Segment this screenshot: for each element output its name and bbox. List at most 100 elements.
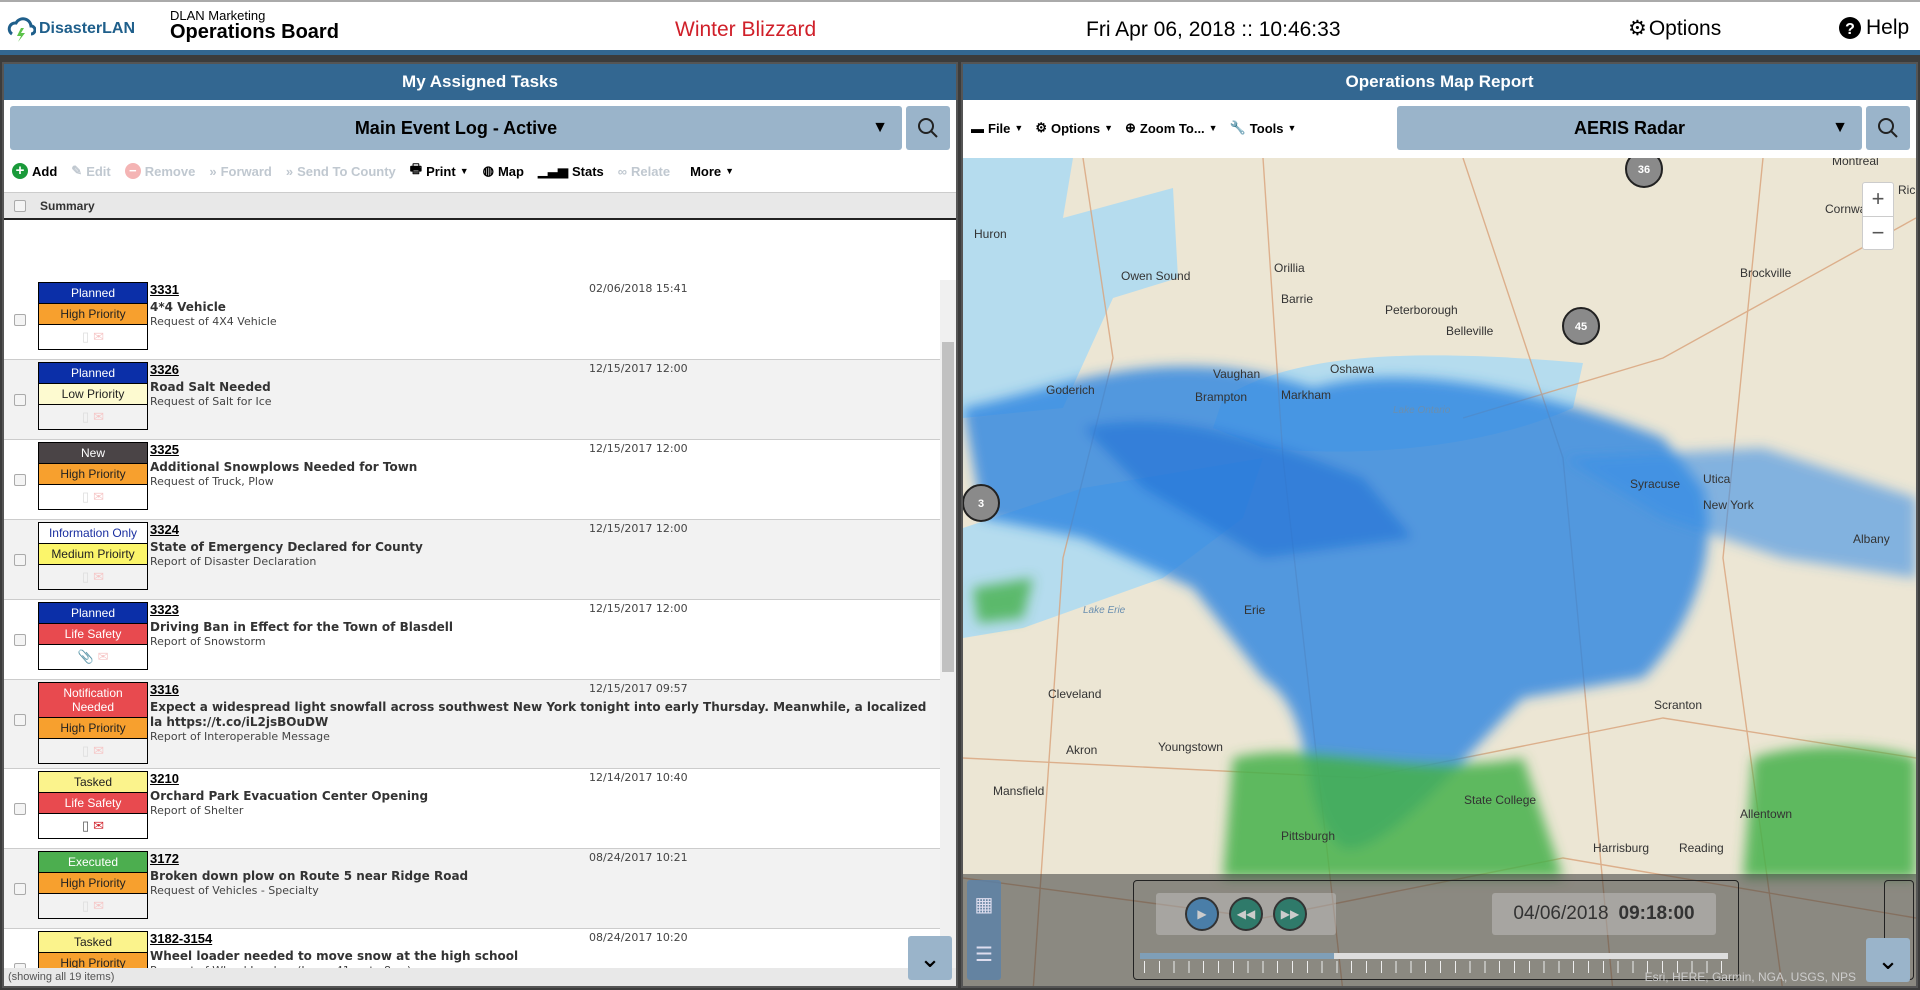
attachment-icon[interactable]: ▯ [82,409,89,425]
row-checkbox[interactable] [14,474,26,486]
task-row[interactable]: New High Priority ▯ ✉ 3325 Additional Snowplo… [4,440,940,520]
crosshair-icon: ⊕ [1125,120,1136,135]
task-row[interactable]: Planned Low Priority ▯ ✉ 3326 Road Salt Neede… [4,360,940,440]
event-log-dropdown[interactable]: Main Event Log - Active ▼ [10,106,902,150]
layers-icon[interactable]: ☰ [967,930,1001,980]
task-row[interactable]: Information Only Medium Prioirty ▯ ✉ 3324 Sta… [4,520,940,600]
task-row[interactable]: Planned High Priority ▯ ✉ 3331 4*4 Vehicle Req… [4,280,940,360]
task-row[interactable]: Executed High Priority ▯ ✉ 3172 Broken down p… [4,849,940,929]
envelope-icon[interactable]: ✉ [93,898,104,914]
map-cluster-marker[interactable]: 3 [963,484,1000,522]
task-id-link[interactable]: 3172 [150,851,468,866]
help-button[interactable]: ? Help [1838,16,1909,40]
envelope-icon[interactable]: ✉ [93,409,104,425]
map-label: Albany [1853,532,1890,546]
attachment-icon[interactable]: ▯ [82,329,89,345]
attachment-icon[interactable]: ▯ [82,489,89,505]
toolbar-map-button[interactable]: ◍ Map [483,163,524,179]
task-id-link[interactable]: 3324 [150,522,423,537]
fast-forward-button[interactable]: ▶▶ [1273,897,1307,931]
toolbar-edit-button[interactable]: ✎ Edit [71,163,110,179]
toolbar-send-to-county-button[interactable]: » Send To County [286,164,396,179]
board-title: Operations Board [170,21,339,43]
search-icon [918,118,938,138]
toolbar-print-button[interactable]: 🖶 Print ▼ [410,160,469,182]
scrollbar[interactable] [940,280,956,968]
task-title: Road Salt Needed [150,380,271,394]
play-icon: ▶ [1197,907,1207,921]
caret-down-icon: ▼ [459,166,469,176]
task-id-link[interactable]: 3323 [150,602,453,617]
active-event[interactable]: Winter Blizzard [675,18,816,42]
map-label: Harrisburg [1593,841,1649,855]
priority-badge: High Priority [39,304,147,325]
map-search-button[interactable] [1866,106,1910,150]
task-id-link[interactable]: 3210 [150,771,428,786]
options-button[interactable]: ⚙ Options [1628,16,1721,41]
task-id-link[interactable]: 3325 [150,442,417,457]
status-badge: Planned [39,283,147,304]
zoom-in-button[interactable]: + [1863,183,1893,217]
envelope-icon[interactable]: ✉ [93,818,104,834]
play-button[interactable]: ▶ [1185,897,1219,931]
map-menu-tools[interactable]: 🔧 Tools ▼ [1230,120,1297,136]
row-checkbox[interactable] [14,634,26,646]
playback-time: 04/06/2018 09:18:00 [1492,893,1716,935]
zoom-out-button[interactable]: − [1863,217,1893,251]
toolbar-more-button[interactable]: More ▼ [690,164,734,179]
envelope-icon[interactable]: ✉ [93,329,104,345]
task-row[interactable]: Planned Life Safety 📎 ✉ 3323 Driving Ban in E… [4,600,940,680]
task-title: Orchard Park Evacuation Center Opening [150,789,429,803]
paperclip-icon[interactable]: 📎 [77,649,93,665]
attachment-icon[interactable]: ▯ [82,743,89,759]
map-menu-file[interactable]: ▬ File ▼ [971,121,1023,136]
map-menu-options[interactable]: ⚙ Options ▼ [1035,120,1113,136]
row-checkbox[interactable] [14,714,26,726]
map-label: Orillia [1274,261,1305,275]
envelope-icon[interactable]: ✉ [93,569,104,585]
map-cluster-marker[interactable]: 45 [1562,307,1600,345]
attachment-icon[interactable]: ▯ [82,818,89,834]
attachment-icon[interactable]: ▯ [82,569,89,585]
map-cluster-marker[interactable]: 36 [1625,158,1663,188]
envelope-icon[interactable]: ✉ [98,649,109,665]
rewind-button[interactable]: ◀◀ [1229,897,1263,931]
layer-dropdown[interactable]: AERIS Radar ▼ [1397,106,1862,150]
time-slider[interactable] [1140,953,1728,959]
toolbar-remove-button[interactable]: − Remove [124,163,195,179]
toolbar-stats-button[interactable]: ▁▃▅ Stats [538,163,604,179]
scroll-down-button[interactable]: ⌄ [908,936,952,980]
task-type: Report of Shelter [150,804,244,817]
caret-down-icon: ▼ [1832,119,1848,136]
task-row[interactable]: Tasked Life Safety ▯ ✉ 3210 Orchard Park Evac… [4,769,940,849]
row-checkbox[interactable] [14,883,26,895]
toolbar-add-button[interactable]: + Add [12,163,57,179]
task-row[interactable]: TaskedHigh Priority▯✉3182-3154 Wheel load… [4,929,940,968]
task-id-link[interactable]: 3331 [150,282,277,297]
row-checkbox[interactable] [14,314,26,326]
row-checkbox[interactable] [14,554,26,566]
row-checkbox[interactable] [14,803,26,815]
task-row[interactable]: Notification Needed High Priority ▯ ✉ 3316 Ex… [4,680,940,769]
map-collapse-button[interactable]: ⌄ [1866,938,1910,982]
globe-icon: ◍ [482,163,494,178]
row-checkbox[interactable] [14,394,26,406]
caret-down-icon: ▼ [1104,123,1114,133]
search-button[interactable] [906,106,950,150]
task-date: 12/15/2017 12:00 [589,522,688,535]
svg-text:36: 36 [1638,164,1650,176]
task-badge: TaskedHigh Priority▯✉ [38,931,148,968]
task-id-link[interactable]: 3326 [150,362,272,377]
attachment-icon[interactable]: ▯ [82,898,89,914]
basemap-icon[interactable]: ▦ [967,880,1001,930]
toolbar-forward-button[interactable]: » Forward [209,164,272,179]
minus-circle-icon: − [124,163,141,179]
envelope-icon[interactable]: ✉ [93,743,104,759]
toolbar-relate-button[interactable]: ∞ Relate [618,164,670,179]
task-id-link[interactable]: 3182-3154 [150,931,518,946]
map-canvas[interactable]: Huron Owen Sound Orillia Barrie Peterborough… [963,158,1916,986]
map-menu-zoomto[interactable]: ⊕ Zoom To... ▼ [1125,120,1218,136]
select-all-checkbox[interactable] [14,199,26,212]
envelope-icon[interactable]: ✉ [93,489,104,505]
task-id-link[interactable]: 3316 [150,682,940,697]
